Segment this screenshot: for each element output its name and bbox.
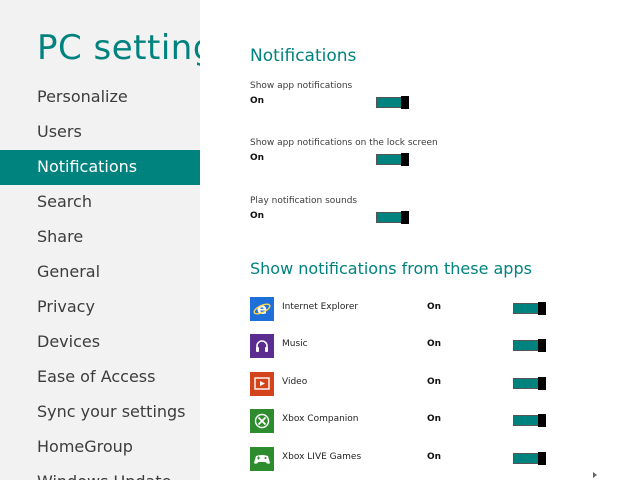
page-title: PC settings: [37, 28, 200, 68]
xbox-companion-toggle[interactable]: [513, 414, 546, 427]
setting-state: On: [250, 211, 265, 221]
sidebar-item-personalize[interactable]: Personalize: [0, 80, 200, 115]
sidebar-item-privacy[interactable]: Privacy: [0, 290, 200, 325]
setting-label: Show app notifications on the lock scree…: [250, 138, 438, 148]
settings-sidebar: PC settings Personalize Users Notificati…: [0, 0, 200, 480]
sidebar-item-windows-update[interactable]: Windows Update: [0, 465, 200, 480]
sidebar-item-homegroup[interactable]: HomeGroup: [0, 430, 200, 465]
app-name: Xbox LIVE Games: [282, 452, 362, 462]
xbox-live-games-toggle[interactable]: [513, 452, 546, 465]
toggle-thumb: [538, 339, 546, 352]
app-state: On: [427, 339, 442, 349]
lock-screen-notifications-toggle[interactable]: [376, 153, 409, 166]
settings-nav: Personalize Users Notifications Search S…: [0, 80, 200, 480]
setting-state: On: [250, 96, 265, 106]
setting-label: Play notification sounds: [250, 196, 358, 206]
xbox-icon: [250, 409, 274, 433]
video-play-icon: [250, 372, 274, 396]
sidebar-item-sync-settings[interactable]: Sync your settings: [0, 395, 200, 430]
setting-lock-screen-notifications: Show app notifications on the lock scree…: [250, 138, 640, 178]
app-name: Music: [282, 339, 308, 349]
svg-text:e: e: [257, 300, 267, 318]
notifications-heading: Notifications: [250, 46, 357, 66]
toggle-thumb: [401, 96, 409, 109]
app-state: On: [427, 414, 442, 424]
sidebar-item-users[interactable]: Users: [0, 115, 200, 150]
app-row-xbox-live-games: Xbox LIVE Games On: [250, 447, 640, 471]
app-state: On: [427, 302, 442, 312]
show-app-notifications-toggle[interactable]: [376, 96, 409, 109]
gamepad-icon: [250, 447, 274, 471]
toggle-thumb: [401, 211, 409, 224]
toggle-thumb: [538, 414, 546, 427]
apps-heading: Show notifications from these apps: [250, 259, 532, 278]
toggle-thumb: [401, 153, 409, 166]
notification-sounds-toggle[interactable]: [376, 211, 409, 224]
app-state: On: [427, 452, 442, 462]
notifications-panel: Notifications Show app notifications On …: [200, 0, 640, 480]
setting-show-app-notifications: Show app notifications On: [250, 81, 640, 121]
app-row-xbox-companion: Xbox Companion On: [250, 409, 640, 433]
internet-explorer-toggle[interactable]: [513, 302, 546, 315]
app-row-video: Video On: [250, 372, 640, 396]
sidebar-item-general[interactable]: General: [0, 255, 200, 290]
app-name: Internet Explorer: [282, 302, 359, 312]
toggle-thumb: [538, 302, 546, 315]
toggle-thumb: [538, 377, 546, 390]
sidebar-item-devices[interactable]: Devices: [0, 325, 200, 360]
sidebar-item-ease-of-access[interactable]: Ease of Access: [0, 360, 200, 395]
app-row-music: Music On: [250, 334, 640, 358]
scroll-right-arrow-icon[interactable]: [593, 472, 597, 478]
headphones-icon: [250, 334, 274, 358]
setting-notification-sounds: Play notification sounds On: [250, 196, 640, 236]
video-toggle[interactable]: [513, 377, 546, 390]
setting-state: On: [250, 153, 265, 163]
app-state: On: [427, 377, 442, 387]
music-toggle[interactable]: [513, 339, 546, 352]
internet-explorer-icon: e: [250, 297, 274, 321]
app-row-internet-explorer: e Internet Explorer On: [250, 297, 640, 321]
sidebar-item-notifications[interactable]: Notifications: [0, 150, 200, 185]
sidebar-item-share[interactable]: Share: [0, 220, 200, 255]
app-name: Video: [282, 377, 308, 387]
setting-label: Show app notifications: [250, 81, 353, 91]
sidebar-item-search[interactable]: Search: [0, 185, 200, 220]
toggle-thumb: [538, 452, 546, 465]
app-name: Xbox Companion: [282, 414, 359, 424]
